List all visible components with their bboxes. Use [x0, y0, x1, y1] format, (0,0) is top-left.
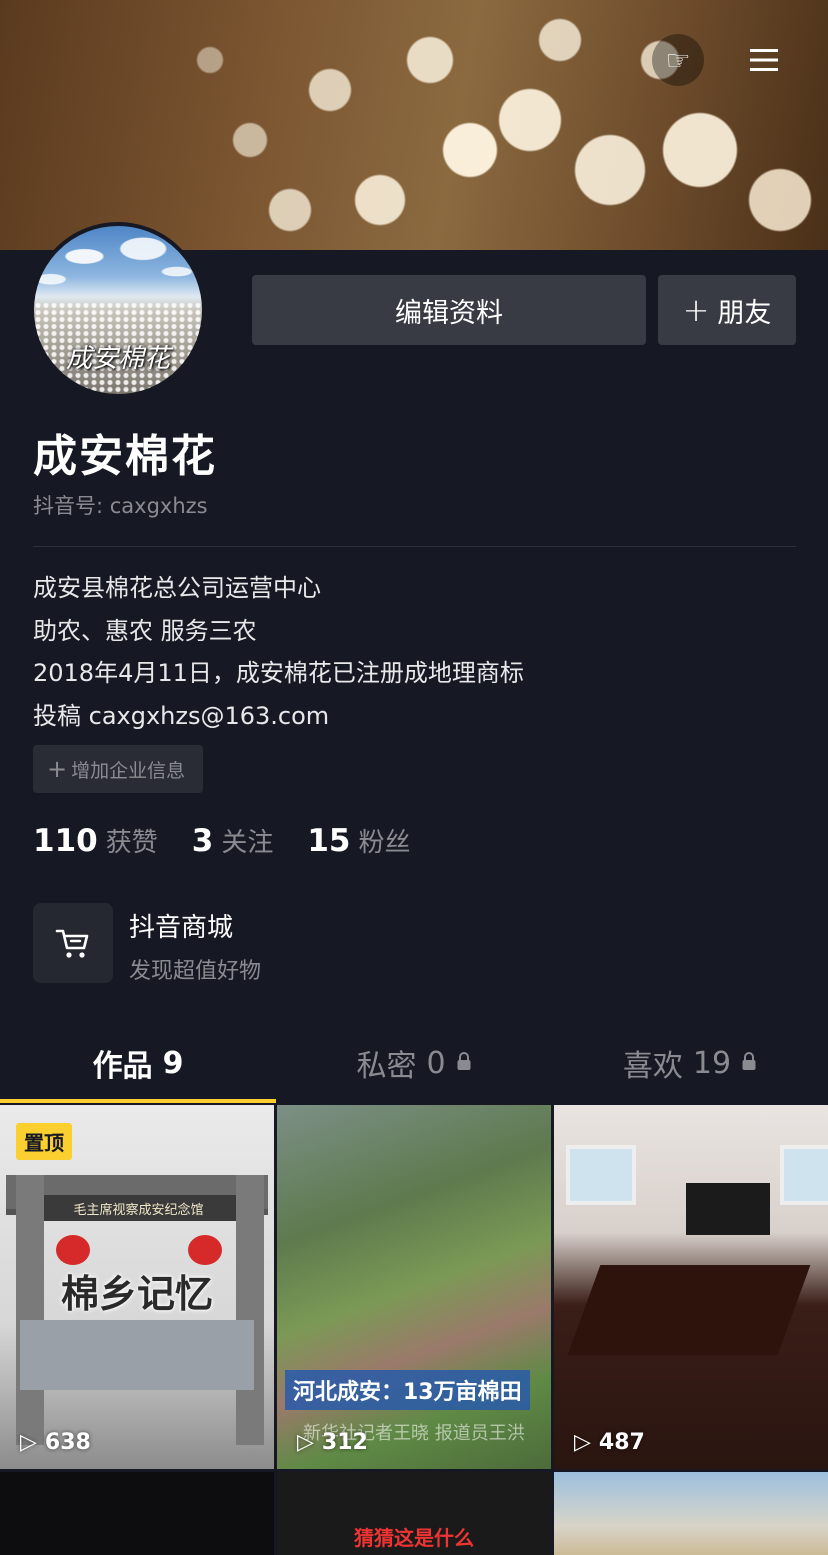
bio-line: 投稿 caxgxhzs@163.com — [33, 701, 330, 730]
view-count-value: 638 — [44, 1430, 91, 1455]
view-count-value: 487 — [598, 1430, 645, 1455]
tab-count: 19 — [692, 1045, 732, 1081]
view-count: ▷ 312 — [297, 1430, 368, 1455]
profile-cover-image[interactable]: ☞ — [0, 0, 828, 250]
stat-likes[interactable]: 110 获赞 — [33, 822, 158, 859]
red-lantern — [188, 1235, 222, 1265]
lock-icon — [456, 1051, 472, 1076]
stat-number: 15 — [307, 823, 351, 859]
stat-number: 3 — [191, 823, 214, 859]
red-lantern — [56, 1235, 90, 1265]
video-grid: 毛主席视察成安纪念馆 棉乡记忆 置顶 ▷ 638 河北成安：13万亩棉田 新华社… — [0, 1105, 828, 1555]
memorial-building — [20, 1320, 254, 1390]
play-icon: ▷ — [574, 1430, 591, 1455]
active-tab-indicator — [0, 1099, 276, 1103]
add-company-info-button[interactable]: + 增加企业信息 — [33, 745, 204, 793]
pinned-badge: 置顶 — [16, 1123, 72, 1160]
stat-number: 110 — [33, 823, 98, 859]
view-count: ▷ 638 — [20, 1430, 91, 1455]
stat-label: 关注 — [221, 828, 274, 858]
video-thumbnail[interactable]: ▷ 487 — [554, 1105, 828, 1469]
stat-label: 粉丝 — [358, 828, 411, 858]
view-count-value: 312 — [321, 1430, 368, 1455]
view-count: ▷ 487 — [574, 1430, 645, 1455]
lock-icon — [741, 1051, 757, 1076]
video-title: 棉乡记忆 — [60, 1272, 213, 1316]
shop-title[interactable]: 抖音商城 — [129, 907, 233, 944]
video-thumbnail[interactable]: 河北成安：13万亩棉田 新华社记者王晓 报道员王洪 ▷ 312 — [277, 1105, 551, 1469]
profile-stats: 110 获赞 3 关注 15 粉丝 — [33, 822, 444, 859]
tab-label: 喜欢 — [622, 1049, 683, 1084]
video-thumbnail[interactable] — [0, 1472, 274, 1555]
cart-icon[interactable] — [33, 903, 113, 983]
tab-count: 0 — [426, 1045, 446, 1081]
stat-following[interactable]: 3 关注 — [192, 822, 274, 859]
bio-line: 助农、惠农 服务三农 — [33, 616, 257, 645]
divider — [33, 546, 796, 547]
tab-label: 私密 — [356, 1049, 417, 1084]
tab-likes[interactable]: 喜欢 19 — [552, 1030, 828, 1096]
shop-subtitle: 发现超值好物 — [129, 959, 262, 984]
bio-line: 2018年4月11日，成安棉花已注册成地理商标 — [33, 659, 524, 687]
stat-label: 获赞 — [105, 828, 158, 858]
video-title: 猜猜这是什么 — [354, 1526, 474, 1550]
play-icon: ▷ — [297, 1430, 314, 1455]
room-window — [566, 1145, 636, 1205]
video-thumbnail[interactable]: 猜猜这是什么 — [277, 1472, 551, 1555]
add-friend-button[interactable]: + 朋友 — [658, 275, 796, 345]
avatar-text: 成安棉花 — [65, 344, 170, 374]
room-tv — [686, 1183, 770, 1235]
add-company-info-label: 增加企业信息 — [71, 759, 186, 782]
tab-works[interactable]: 作品 9 — [0, 1030, 276, 1096]
douyin-id[interactable]: 抖音号: caxgxhzs — [33, 490, 208, 520]
edit-profile-button[interactable]: 编辑资料 — [252, 275, 646, 345]
plus-icon: + — [682, 291, 710, 329]
hand-pointing-icon[interactable]: ☞ — [652, 34, 704, 86]
video-thumbnail[interactable] — [554, 1472, 828, 1555]
tab-count: 9 — [162, 1045, 184, 1081]
profile-name: 成安棉花 — [33, 431, 217, 482]
plus-icon: + — [47, 755, 68, 783]
video-caption: 河北成安：13万亩棉田 — [285, 1370, 530, 1410]
tab-private[interactable]: 私密 0 — [276, 1030, 552, 1096]
conference-table — [567, 1265, 811, 1355]
bio-line: 成安县棉花总公司运营中心 — [33, 574, 321, 602]
stat-followers[interactable]: 15 粉丝 — [307, 822, 410, 859]
play-icon: ▷ — [20, 1430, 37, 1455]
avatar[interactable]: 成安棉花 — [30, 222, 206, 398]
room-window — [780, 1145, 828, 1205]
menu-icon[interactable] — [738, 34, 790, 86]
tab-label: 作品 — [92, 1049, 153, 1084]
gate-sign: 毛主席视察成安纪念馆 — [41, 1195, 236, 1221]
avatar-sky — [34, 226, 202, 302]
video-thumbnail[interactable]: 毛主席视察成安纪念馆 棉乡记忆 置顶 ▷ 638 — [0, 1105, 274, 1469]
content-tabs: 作品 9 私密 0 喜欢 19 — [0, 1030, 828, 1104]
add-friend-label: 朋友 — [717, 297, 772, 329]
profile-bio: 成安县棉花总公司运营中心 助农、惠农 服务三农 2018年4月11日，成安棉花已… — [33, 567, 524, 737]
